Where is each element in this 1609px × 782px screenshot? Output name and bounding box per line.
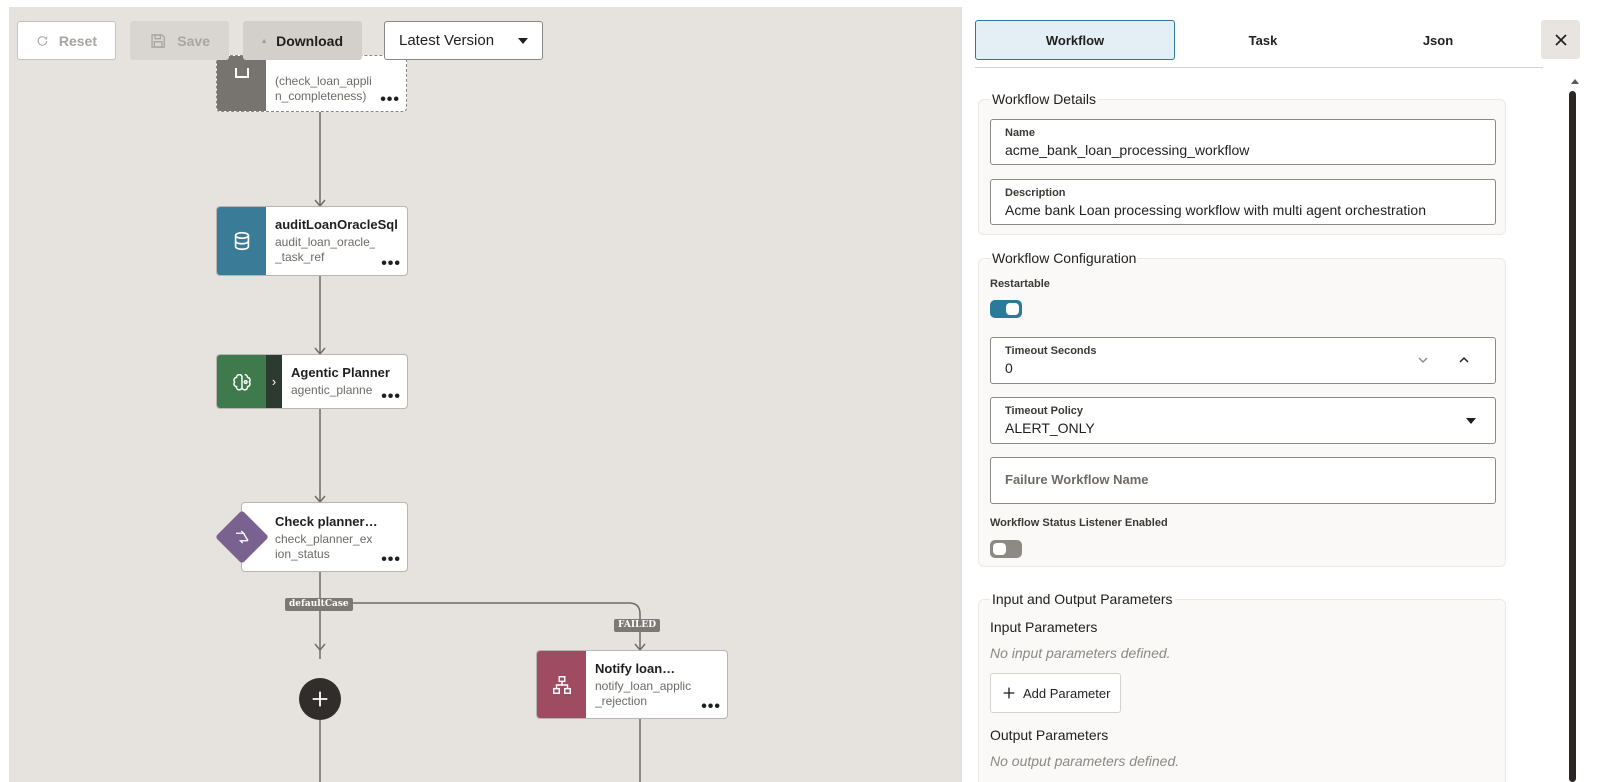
workflow-edges — [314, 111, 646, 782]
node-title: Check planner… — [275, 514, 378, 529]
node-title: Agentic Planner — [291, 365, 390, 380]
node-ref: agentic_planne — [291, 383, 373, 397]
more-options-icon[interactable]: ••• — [701, 699, 721, 715]
timeout-policy-value: ALERT_ONLY — [1005, 420, 1095, 436]
description-value: Acme bank Loan processing workflow with … — [1005, 202, 1426, 218]
caret-down-icon — [518, 37, 528, 44]
more-options-icon[interactable]: ••• — [381, 256, 401, 272]
node-ref: audit_loan_oracle_ _task_ref — [275, 235, 375, 264]
edge-label-failed: FAILED — [614, 619, 661, 632]
description-field[interactable]: Description Acme bank Loan processing wo… — [990, 179, 1496, 225]
restartable-toggle[interactable] — [990, 300, 1022, 318]
section-legend: Workflow Configuration — [990, 250, 1139, 266]
node-audit-loan-oracle-sql[interactable]: auditLoanOracleSql audit_loan_oracle_ _t… — [216, 206, 408, 276]
refresh-icon — [37, 35, 48, 46]
node-agentic-planner[interactable]: › Agentic Planner agentic_planne ••• — [216, 354, 408, 409]
node-notify-loan-rejection[interactable]: Notify loan… notify_loan_applic _rejecti… — [536, 650, 728, 719]
save-button[interactable]: Save — [130, 21, 229, 60]
save-icon — [151, 33, 165, 48]
caret-down-icon — [1466, 418, 1476, 424]
node-ref: check_planner_ex ion_status — [275, 532, 373, 561]
workflow-canvas[interactable]: Reset Save Download Latest Version (chec… — [9, 7, 961, 782]
scroll-up-arrow[interactable] — [1571, 79, 1579, 84]
node-title: auditLoanOracleSql — [275, 217, 398, 232]
section-legend: Workflow Details — [990, 91, 1098, 107]
workflow-details-section: Workflow Details Name acme_bank_loan_pro… — [978, 91, 1506, 235]
timeout-policy-select[interactable]: Timeout Policy ALERT_ONLY — [990, 397, 1496, 444]
edge-failed — [320, 602, 641, 649]
name-field[interactable]: Name acme_bank_loan_processing_workflow — [990, 119, 1496, 165]
node-ref: notify_loan_applic _rejection — [595, 679, 692, 708]
timeout-seconds-field[interactable]: Timeout Seconds 0 — [990, 337, 1496, 384]
field-label: Timeout Policy — [1005, 405, 1084, 417]
field-label: Name — [1005, 127, 1035, 139]
workflow-editor: Reset Save Download Latest Version (chec… — [0, 0, 1609, 782]
more-options-icon[interactable]: ••• — [381, 552, 401, 568]
edge-label-default-case: defaultCase — [285, 598, 353, 611]
section-legend: Input and Output Parameters — [990, 591, 1175, 607]
expand-chevron-icon[interactable]: › — [266, 355, 282, 408]
download-icon — [262, 38, 266, 43]
node-band — [217, 56, 266, 111]
field-label: Description — [1005, 187, 1066, 199]
add-parameter-button[interactable]: Add Parameter — [990, 673, 1121, 713]
add-parameter-label: Add Parameter — [1023, 685, 1111, 701]
field-placeholder: Failure Workflow Name — [1005, 472, 1149, 487]
reset-button[interactable]: Reset — [17, 21, 116, 60]
chevron-up-icon[interactable] — [1456, 352, 1472, 368]
tab-json[interactable]: Json — [1351, 20, 1525, 60]
scrollbar-thumb[interactable] — [1569, 91, 1576, 782]
version-select-value: Latest Version — [399, 32, 495, 49]
close-panel-button[interactable] — [1541, 20, 1580, 59]
version-select[interactable]: Latest Version — [384, 21, 543, 60]
more-options-icon[interactable]: ••• — [380, 92, 400, 108]
input-parameters-empty: No input parameters defined. — [990, 645, 1171, 661]
switch-icon — [236, 530, 249, 544]
node-check-loan-completeness[interactable]: (check_loan_appli n_completeness) ••• — [216, 55, 407, 112]
restartable-label: Restartable — [990, 278, 1050, 290]
status-listener-label: Workflow Status Listener Enabled — [990, 517, 1168, 529]
failure-workflow-name-field[interactable]: Failure Workflow Name — [990, 457, 1496, 504]
field-label: Timeout Seconds — [1005, 345, 1097, 357]
node-band — [217, 207, 266, 275]
output-parameters-empty: No output parameters defined. — [990, 753, 1180, 769]
node-title: Notify loan… — [595, 661, 676, 676]
download-label: Download — [276, 32, 343, 49]
reset-label: Reset — [58, 32, 97, 49]
plus-icon — [312, 691, 328, 707]
panel-tabs: Workflow Task Json — [975, 20, 1543, 68]
save-label: Save — [177, 32, 210, 49]
close-icon — [1554, 33, 1567, 46]
chevron-down-icon[interactable] — [1415, 352, 1431, 368]
brain-icon — [232, 373, 251, 391]
node-band — [537, 651, 586, 718]
workflow-configuration-section: Workflow Configuration Restartable Timeo… — [978, 250, 1506, 567]
database-icon — [234, 231, 249, 251]
more-options-icon[interactable]: ••• — [381, 389, 401, 405]
task-icon — [234, 68, 249, 78]
input-parameters-heading: Input Parameters — [990, 619, 1098, 635]
download-button[interactable]: Download — [243, 21, 362, 60]
io-parameters-section: Input and Output Parameters Input Parame… — [978, 591, 1506, 782]
output-parameters-heading: Output Parameters — [990, 727, 1109, 743]
status-listener-toggle[interactable] — [990, 540, 1022, 558]
node-ref: (check_loan_appli n_completeness) — [275, 74, 372, 103]
timeout-seconds-value: 0 — [1005, 360, 1013, 376]
tab-workflow[interactable]: Workflow — [975, 20, 1175, 60]
add-node-button[interactable] — [299, 678, 341, 720]
hierarchy-icon — [552, 675, 571, 694]
properties-panel: Workflow Task Json Workflow Details Name… — [961, 7, 1609, 782]
plus-icon — [1003, 687, 1015, 699]
name-value: acme_bank_loan_processing_workflow — [1005, 142, 1250, 158]
node-band — [217, 355, 266, 408]
tab-task[interactable]: Task — [1175, 20, 1351, 60]
canvas-toolbar: Reset Save Download Latest Version — [17, 21, 543, 60]
